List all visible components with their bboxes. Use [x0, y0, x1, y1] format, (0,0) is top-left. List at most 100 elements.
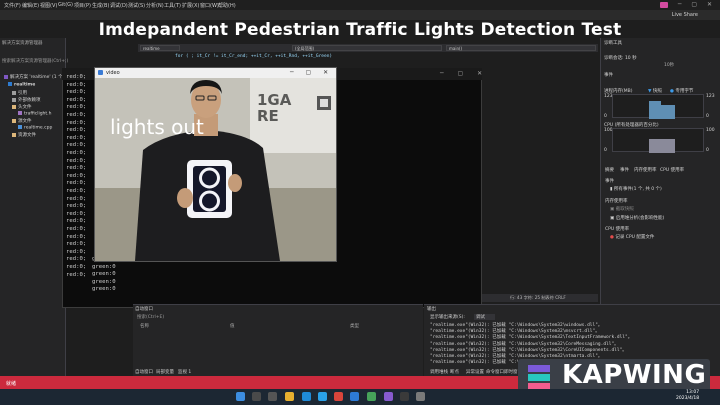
tree-item-project[interactable]: realtime	[8, 82, 35, 88]
take-snapshot-button[interactable]: ▣ 截取快照	[610, 206, 634, 212]
console-line: red:0;	[66, 81, 87, 88]
cpu-max-right: 100	[706, 128, 715, 133]
solution-search-input[interactable]: 搜索解决方案资源管理器(Ctrl+;)	[2, 58, 68, 64]
memory-graph	[612, 94, 704, 119]
output-header: 输出	[427, 307, 436, 312]
record-icon: ●	[610, 235, 614, 240]
task-view-icon[interactable]	[268, 392, 277, 401]
output-line: "realtime.exe"(Win32): 已加载 "C:\Windows\S…	[430, 347, 627, 353]
video-app-icon	[98, 70, 103, 75]
console-line: red:0;	[66, 134, 87, 141]
mail-icon[interactable]	[318, 392, 327, 401]
cpu-usage-header: CPU 使用率	[605, 227, 630, 232]
app-icon[interactable]	[367, 392, 376, 401]
live-share-button[interactable]: Live Share	[672, 12, 698, 18]
menu-view[interactable]: 视图(V)	[40, 2, 57, 9]
menu-debug[interactable]: 调试(D)	[110, 2, 128, 9]
tab-breakpoints[interactable]: 断点	[450, 369, 459, 375]
enable-heap-button[interactable]: ▣ 启用堆分析(会影响性能)	[610, 215, 664, 221]
console-line: red:0;	[66, 96, 87, 103]
terminal-icon[interactable]	[400, 392, 409, 401]
account-avatar[interactable]	[660, 2, 668, 8]
cpp-file-icon	[18, 125, 22, 129]
references-icon	[12, 90, 16, 95]
external-deps-icon	[12, 97, 16, 102]
store-icon[interactable]	[350, 392, 359, 401]
console-window-controls[interactable]: ─ ▢ ✕	[440, 70, 488, 77]
tree-item-external[interactable]: 外部依赖项	[12, 97, 41, 103]
kapwing-wordmark: KAPWING	[562, 360, 707, 390]
memory-graph-area	[649, 101, 675, 119]
diagnostics-header: 诊断工具	[604, 41, 622, 46]
console-line: red:0;	[66, 195, 87, 202]
video-window-controls[interactable]: ─ ▢ ✕	[290, 69, 333, 76]
tree-label: trafficlight.h	[24, 111, 52, 117]
menu-test[interactable]: 测试(S)	[128, 2, 145, 9]
function-dropdown[interactable]: main()	[446, 45, 596, 51]
tab-command-window[interactable]: 命令窗口	[486, 369, 504, 375]
taskbar-clock[interactable]: 13:07 2023/4/18	[676, 390, 699, 402]
menu-project[interactable]: 项目(P)	[74, 2, 91, 9]
menu-tools[interactable]: 工具(T)	[164, 2, 181, 9]
tab-autos[interactable]: 自动窗口	[135, 369, 153, 375]
tree-item-headers[interactable]: 头文件	[12, 104, 32, 110]
tree-item-resources[interactable]: 资源文件	[12, 132, 36, 138]
output-source-dropdown[interactable]: 调试	[474, 314, 495, 320]
menu-help[interactable]: 帮助(H)	[218, 2, 236, 9]
all-events-link[interactable]: ▮ 所有事件(1 个, 共 0 个)	[610, 186, 662, 192]
tab-call-stack[interactable]: 调用堆栈	[430, 369, 448, 375]
folder-icon	[12, 104, 16, 109]
tree-item-trafficlight-h[interactable]: trafficlight.h	[18, 111, 51, 117]
tab-memory[interactable]: 内存使用率	[634, 167, 657, 173]
menu-edit[interactable]: 编辑(E)	[22, 2, 39, 9]
autos-search-input[interactable]: 搜索(Ctrl+E)	[137, 314, 164, 320]
header-file-icon	[18, 111, 22, 115]
chrome-icon[interactable]	[334, 392, 343, 401]
all-events-icon: ▮	[610, 187, 613, 192]
svg-text:RE: RE	[257, 107, 279, 125]
tab-watch[interactable]: 监视 1	[178, 369, 191, 375]
tab-exception-settings[interactable]: 异常设置	[466, 369, 484, 375]
menu-analyze[interactable]: 分析(N)	[146, 2, 164, 9]
autos-header: 自动窗口	[135, 307, 153, 312]
console-line: red:0;	[66, 210, 87, 217]
window-controls[interactable]: ─ ▢ ✕	[678, 1, 716, 8]
console-line: red:0;	[66, 119, 87, 126]
tab-cpu[interactable]: CPU 使用率	[660, 167, 684, 173]
autos-column-value: 值	[230, 324, 235, 329]
project-dropdown[interactable]: realtime	[140, 45, 180, 51]
tree-label: 外部依赖项	[18, 98, 41, 103]
visual-studio-icon[interactable]	[384, 392, 393, 401]
tab-summary[interactable]: 摘要	[605, 167, 614, 173]
all-events-label: 所有事件(1 个, 共 0 个)	[613, 187, 662, 192]
menu-build[interactable]: 生成(B)	[92, 2, 109, 9]
tree-item-sources[interactable]: 源文件	[12, 118, 32, 124]
console-line: red:0;	[66, 264, 87, 270]
menu-file[interactable]: 文件(F)	[4, 2, 21, 9]
tab-locals[interactable]: 局部变量	[156, 369, 174, 375]
memory-min-right: 0	[706, 114, 709, 119]
tab-events[interactable]: 事件	[620, 167, 629, 173]
clock-date: 2023/4/18	[676, 396, 700, 401]
tree-item-references[interactable]: 引用	[12, 90, 27, 96]
menu-window[interactable]: 窗口(W)	[200, 2, 219, 9]
video-app-taskbar-icon[interactable]	[416, 392, 425, 401]
project-icon	[8, 82, 12, 86]
console-line: red:0;	[66, 180, 87, 187]
console-line: red:0;	[66, 233, 87, 240]
scope-dropdown[interactable]: (全局范围)	[292, 45, 442, 51]
menu-extensions[interactable]: 扩展(X)	[182, 2, 199, 9]
memory-max-right: 123	[706, 94, 715, 99]
events-label: 事件	[604, 73, 613, 78]
camera-scene: 1GA RE	[95, 78, 336, 261]
tree-item-realtime-cpp[interactable]: realtime.cpp	[18, 125, 52, 131]
start-icon[interactable]	[236, 392, 245, 401]
menu-git[interactable]: Git(G)	[58, 2, 73, 8]
edge-icon[interactable]	[302, 392, 311, 401]
record-cpu-button[interactable]: ● 记录 CPU 配置文件	[610, 234, 654, 240]
search-icon[interactable]	[252, 392, 261, 401]
file-explorer-icon[interactable]	[285, 392, 294, 401]
cpu-graph-area	[649, 139, 675, 153]
console-line: red:0;	[66, 142, 87, 149]
console-line: red:0;	[66, 226, 87, 232]
